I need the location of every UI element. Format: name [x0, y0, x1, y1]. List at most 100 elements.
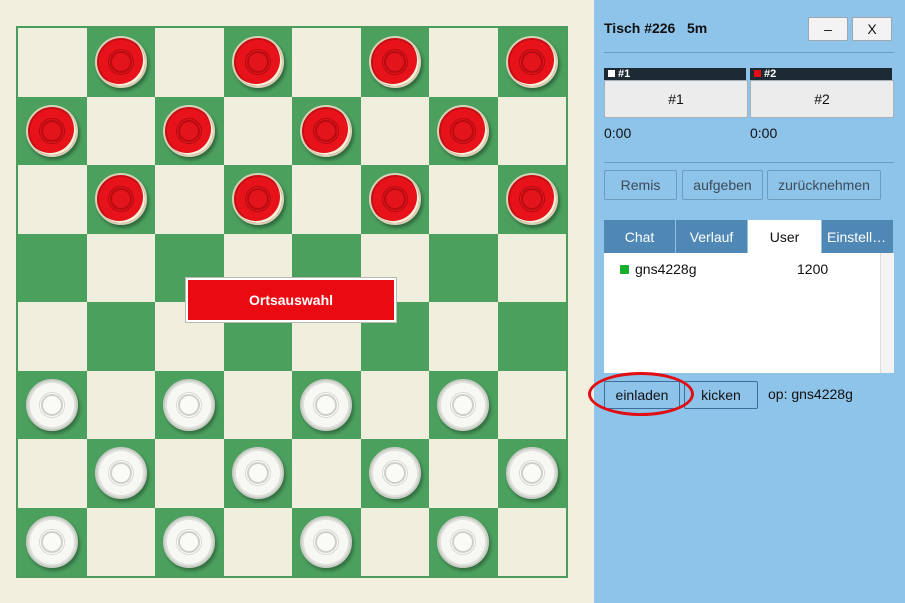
player-2-tag: #2: [764, 68, 777, 80]
board-square-dark[interactable]: [18, 97, 87, 165]
board-square-light[interactable]: [498, 97, 566, 165]
board-square-dark[interactable]: [155, 371, 224, 439]
board-square-light[interactable]: [361, 97, 429, 165]
board-square-light[interactable]: [429, 165, 498, 234]
board-square-dark[interactable]: [18, 508, 87, 576]
board-square-dark[interactable]: [429, 234, 498, 302]
kick-button[interactable]: kicken: [684, 381, 758, 409]
board-square-light[interactable]: [18, 302, 87, 371]
board-square-dark[interactable]: [498, 28, 566, 97]
board-square-light[interactable]: [155, 28, 224, 97]
board-square-dark[interactable]: [361, 165, 429, 234]
white-checker-piece[interactable]: [26, 379, 78, 431]
board-square-light[interactable]: [87, 371, 155, 439]
remis-button[interactable]: Remis: [604, 170, 677, 200]
invite-button[interactable]: einladen: [604, 381, 680, 409]
board-square-dark[interactable]: [224, 439, 292, 508]
red-checker-piece[interactable]: [232, 173, 284, 225]
board-square-dark[interactable]: [87, 302, 155, 371]
resign-button[interactable]: aufgeben: [682, 170, 763, 200]
board-square-dark[interactable]: [292, 97, 361, 165]
table-panel: Tisch #226 5m – X #1 #2 #1 #2 0:00 0:00 …: [594, 0, 905, 603]
tab-settings[interactable]: Einstell…: [822, 220, 894, 253]
board-square-light[interactable]: [224, 371, 292, 439]
board-square-dark[interactable]: [87, 165, 155, 234]
white-checker-piece[interactable]: [95, 447, 147, 499]
player-2-header: #2: [750, 68, 892, 80]
red-checker-piece[interactable]: [163, 105, 215, 157]
red-checker-piece[interactable]: [26, 105, 78, 157]
red-checker-piece[interactable]: [506, 36, 558, 88]
board-square-dark[interactable]: [498, 302, 566, 371]
white-checker-piece[interactable]: [437, 379, 489, 431]
red-checker-piece[interactable]: [369, 173, 421, 225]
board-square-light[interactable]: [292, 439, 361, 508]
board-square-dark[interactable]: [224, 165, 292, 234]
tab-history[interactable]: Verlauf: [676, 220, 748, 253]
red-checker-piece[interactable]: [232, 36, 284, 88]
board-square-light[interactable]: [361, 371, 429, 439]
board-square-light[interactable]: [292, 165, 361, 234]
board-square-light[interactable]: [498, 234, 566, 302]
close-button[interactable]: X: [852, 17, 892, 41]
player-2-seat-button[interactable]: #2: [750, 80, 894, 118]
red-checker-piece[interactable]: [95, 173, 147, 225]
board-square-dark[interactable]: [18, 234, 87, 302]
board-square-dark[interactable]: [224, 28, 292, 97]
board-square-light[interactable]: [18, 439, 87, 508]
board-square-light[interactable]: [87, 97, 155, 165]
white-checker-piece[interactable]: [300, 379, 352, 431]
board-square-light[interactable]: [224, 97, 292, 165]
board-square-light[interactable]: [224, 508, 292, 576]
board-square-light[interactable]: [87, 234, 155, 302]
board-square-dark[interactable]: [155, 97, 224, 165]
list-item[interactable]: gns4228g 1200: [604, 261, 874, 279]
board-square-dark[interactable]: [429, 371, 498, 439]
board-square-light[interactable]: [498, 371, 566, 439]
board-square-dark[interactable]: [361, 439, 429, 508]
table-title: Tisch #226 5m: [604, 20, 708, 36]
red-checker-piece[interactable]: [437, 105, 489, 157]
minimize-button[interactable]: –: [808, 17, 848, 41]
board-square-dark[interactable]: [87, 439, 155, 508]
board-square-light[interactable]: [429, 439, 498, 508]
board-square-dark[interactable]: [18, 371, 87, 439]
board-square-dark[interactable]: [498, 439, 566, 508]
board-square-light[interactable]: [87, 508, 155, 576]
red-checker-piece[interactable]: [369, 36, 421, 88]
red-checker-piece[interactable]: [300, 105, 352, 157]
board-square-light[interactable]: [155, 165, 224, 234]
red-checker-piece[interactable]: [506, 173, 558, 225]
place-selection-button[interactable]: Ortsauswahl: [185, 277, 397, 323]
board-square-dark[interactable]: [429, 508, 498, 576]
board-square-light[interactable]: [429, 302, 498, 371]
red-checker-piece[interactable]: [95, 36, 147, 88]
board-square-dark[interactable]: [498, 165, 566, 234]
white-checker-piece[interactable]: [163, 516, 215, 568]
board-square-dark[interactable]: [87, 28, 155, 97]
board-square-light[interactable]: [498, 508, 566, 576]
white-checker-piece[interactable]: [232, 447, 284, 499]
white-checker-piece[interactable]: [26, 516, 78, 568]
white-checker-piece[interactable]: [369, 447, 421, 499]
player-1-seat-button[interactable]: #1: [604, 80, 748, 118]
board-square-light[interactable]: [155, 439, 224, 508]
undo-button[interactable]: zurücknehmen: [767, 170, 881, 200]
tab-user[interactable]: User: [748, 220, 822, 253]
board-square-light[interactable]: [361, 508, 429, 576]
board-square-light[interactable]: [18, 165, 87, 234]
tab-chat[interactable]: Chat: [604, 220, 676, 253]
board-square-light[interactable]: [292, 28, 361, 97]
scrollbar[interactable]: [880, 253, 894, 373]
board-square-dark[interactable]: [429, 97, 498, 165]
white-checker-piece[interactable]: [163, 379, 215, 431]
white-checker-piece[interactable]: [300, 516, 352, 568]
white-checker-piece[interactable]: [506, 447, 558, 499]
board-square-dark[interactable]: [292, 371, 361, 439]
board-square-light[interactable]: [18, 28, 87, 97]
board-square-dark[interactable]: [155, 508, 224, 576]
board-square-dark[interactable]: [361, 28, 429, 97]
board-square-light[interactable]: [429, 28, 498, 97]
white-checker-piece[interactable]: [437, 516, 489, 568]
board-square-dark[interactable]: [292, 508, 361, 576]
